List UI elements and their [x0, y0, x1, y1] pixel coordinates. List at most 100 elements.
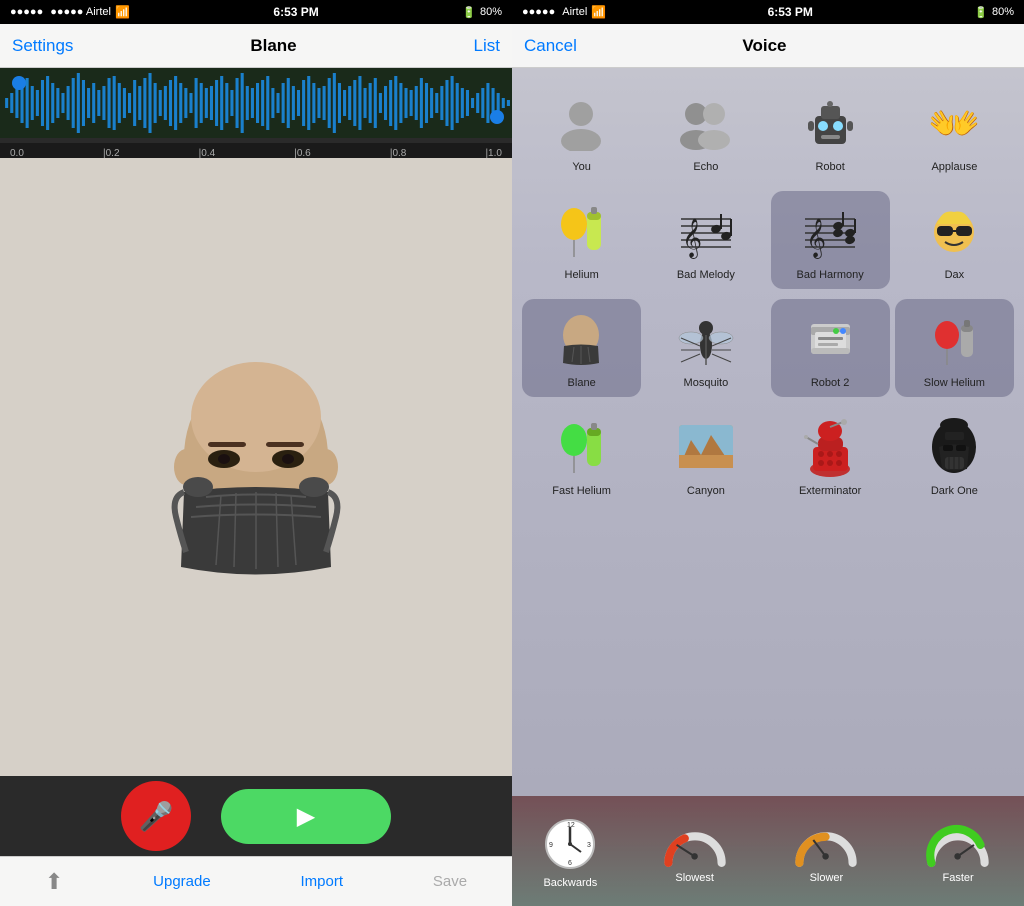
speed-item-backwards[interactable]: 12 3 6 9 Backwards — [543, 817, 598, 889]
slower-gauge-icon — [791, 822, 861, 867]
voice-item-mosquito[interactable]: Mosquito — [646, 299, 765, 397]
waveform-thumb-left[interactable] — [12, 76, 26, 90]
play-button[interactable]: ▶ — [221, 789, 391, 844]
svg-text:9: 9 — [549, 842, 553, 849]
speed-row: 12 3 6 9 Backwards Slowest — [512, 796, 1024, 906]
voice-item-dax[interactable]: Dax — [895, 191, 1014, 289]
status-left: ●●●●● ●●●●● Airtel 📶 — [10, 5, 130, 19]
voice-item-dark-one[interactable]: Dark One — [895, 407, 1014, 505]
svg-text:12: 12 — [567, 822, 575, 829]
voice-label-dark-one: Dark One — [931, 485, 978, 497]
mark-10: |1.0 — [485, 148, 502, 159]
status-right: 🔋 80% — [462, 6, 502, 19]
mic-icon: 🎤 — [139, 800, 174, 833]
backwards-clock-icon: 12 3 6 9 — [543, 817, 598, 872]
waveform-timeline: 0.0 |0.2 |0.4 |0.6 |0.8 |1.0 — [0, 143, 512, 158]
voice-label-slow-helium: Slow Helium — [924, 377, 985, 389]
voice-item-helium[interactable]: Helium — [522, 191, 641, 289]
carrier-dots: ●●●●● — [10, 6, 43, 18]
voice-icon-echo — [673, 91, 738, 156]
save-button[interactable]: Save — [433, 873, 467, 890]
list-button[interactable]: List — [474, 36, 500, 56]
nav-bar-right: Cancel Voice — [512, 24, 1024, 68]
voice-icon-canyon — [673, 415, 738, 480]
wifi-icon-right: 📶 — [591, 5, 606, 19]
voice-icon-slow-helium — [922, 307, 987, 372]
import-button[interactable]: Import — [301, 873, 344, 890]
waveform-svg — [0, 68, 512, 138]
voice-icon-applause: 👐 — [922, 91, 987, 156]
voice-label-robot2: Robot 2 — [811, 377, 850, 389]
speed-label-backwards: Backwards — [543, 877, 597, 889]
voice-item-bad-melody[interactable]: 𝄞 Bad Melody — [646, 191, 765, 289]
battery-pct: 80% — [480, 6, 502, 18]
voice-icon-blane — [549, 307, 614, 372]
settings-button[interactable]: Settings — [12, 36, 73, 56]
speed-item-slower[interactable]: Slower — [791, 822, 861, 884]
bottom-controls: 🎤 ▶ — [0, 776, 512, 856]
voice-item-slow-helium[interactable]: Slow Helium — [895, 299, 1014, 397]
voice-icon-exterminator — [798, 415, 863, 480]
svg-text:6: 6 — [568, 860, 572, 867]
voice-icon-dax — [922, 199, 987, 264]
waveform-container: 0.0 |0.2 |0.4 |0.6 |0.8 |1.0 — [0, 68, 512, 158]
mark-2: |0.2 — [103, 148, 120, 159]
voice-label-fast-helium: Fast Helium — [552, 485, 611, 497]
voice-item-you[interactable]: You — [522, 83, 641, 181]
voice-item-echo[interactable]: Echo — [646, 83, 765, 181]
character-area — [0, 158, 512, 776]
svg-text:𝄞: 𝄞 — [682, 219, 702, 259]
mark-6: |0.6 — [294, 148, 311, 159]
voice-label-exterminator: Exterminator — [799, 485, 861, 497]
share-icon: ⬆ — [45, 869, 63, 895]
speed-label-slower: Slower — [810, 872, 844, 884]
carrier-name: ●●●●● Airtel — [50, 6, 111, 18]
battery-icon-right: 🔋 — [974, 6, 988, 19]
voice-label-helium: Helium — [565, 269, 599, 281]
voice-label-echo: Echo — [693, 161, 718, 173]
svg-text:3: 3 — [587, 842, 591, 849]
voice-icon-bad-melody: 𝄞 — [673, 199, 738, 264]
voice-item-robot2[interactable]: Robot 2 — [771, 299, 890, 397]
mark-0: 0.0 — [10, 148, 24, 159]
nav-bar-left: Settings Blane List — [0, 24, 512, 68]
voice-label-bad-melody: Bad Melody — [677, 269, 735, 281]
cancel-button[interactable]: Cancel — [524, 36, 577, 56]
carrier-dots-right: ●●●●● — [522, 6, 555, 18]
voice-icon-dark-one — [922, 415, 987, 480]
upgrade-button[interactable]: Upgrade — [153, 873, 211, 890]
voice-item-exterminator[interactable]: Exterminator — [771, 407, 890, 505]
voice-icon-robot — [798, 91, 863, 156]
voice-item-canyon[interactable]: Canyon — [646, 407, 765, 505]
voice-grid: You Echo — [512, 68, 1024, 796]
mark-4: |0.4 — [199, 148, 216, 159]
voice-item-bad-harmony[interactable]: 𝄞 Bad Harmony — [771, 191, 890, 289]
voice-item-applause[interactable]: 👐 Applause — [895, 83, 1014, 181]
voice-label-bad-harmony: Bad Harmony — [796, 269, 863, 281]
bottom-toolbar: ⬆ Upgrade Import Save — [0, 856, 512, 906]
voice-item-robot[interactable]: Robot — [771, 83, 890, 181]
status-bar-right: ●●●●● Airtel 📶 6:53 PM 🔋 80% — [512, 0, 1024, 24]
nav-title-right: Voice — [742, 36, 786, 56]
voice-label-canyon: Canyon — [687, 485, 725, 497]
voice-label-applause: Applause — [931, 161, 977, 173]
voice-item-fast-helium[interactable]: Fast Helium — [522, 407, 641, 505]
speed-item-slowest[interactable]: Slowest — [660, 822, 730, 884]
voice-item-blane[interactable]: Blane — [522, 299, 641, 397]
voice-icon-you — [549, 91, 614, 156]
voice-label-robot: Robot — [815, 161, 844, 173]
waveform-thumb-right[interactable] — [490, 110, 504, 124]
svg-text:𝄞: 𝄞 — [806, 219, 826, 259]
nav-title-left: Blane — [250, 36, 296, 56]
status-left-right: ●●●●● Airtel 📶 — [522, 5, 606, 19]
record-button[interactable]: 🎤 — [121, 781, 191, 851]
status-right-right: 🔋 80% — [974, 6, 1014, 19]
faster-gauge-icon — [923, 822, 993, 867]
carrier-name-right: Airtel — [562, 6, 587, 18]
voice-label-blane: Blane — [568, 377, 596, 389]
voice-label-mosquito: Mosquito — [684, 377, 729, 389]
speed-label-slowest: Slowest — [675, 872, 714, 884]
speed-item-faster[interactable]: Faster — [923, 822, 993, 884]
voice-label-dax: Dax — [945, 269, 965, 281]
voice-icon-bad-harmony: 𝄞 — [798, 199, 863, 264]
